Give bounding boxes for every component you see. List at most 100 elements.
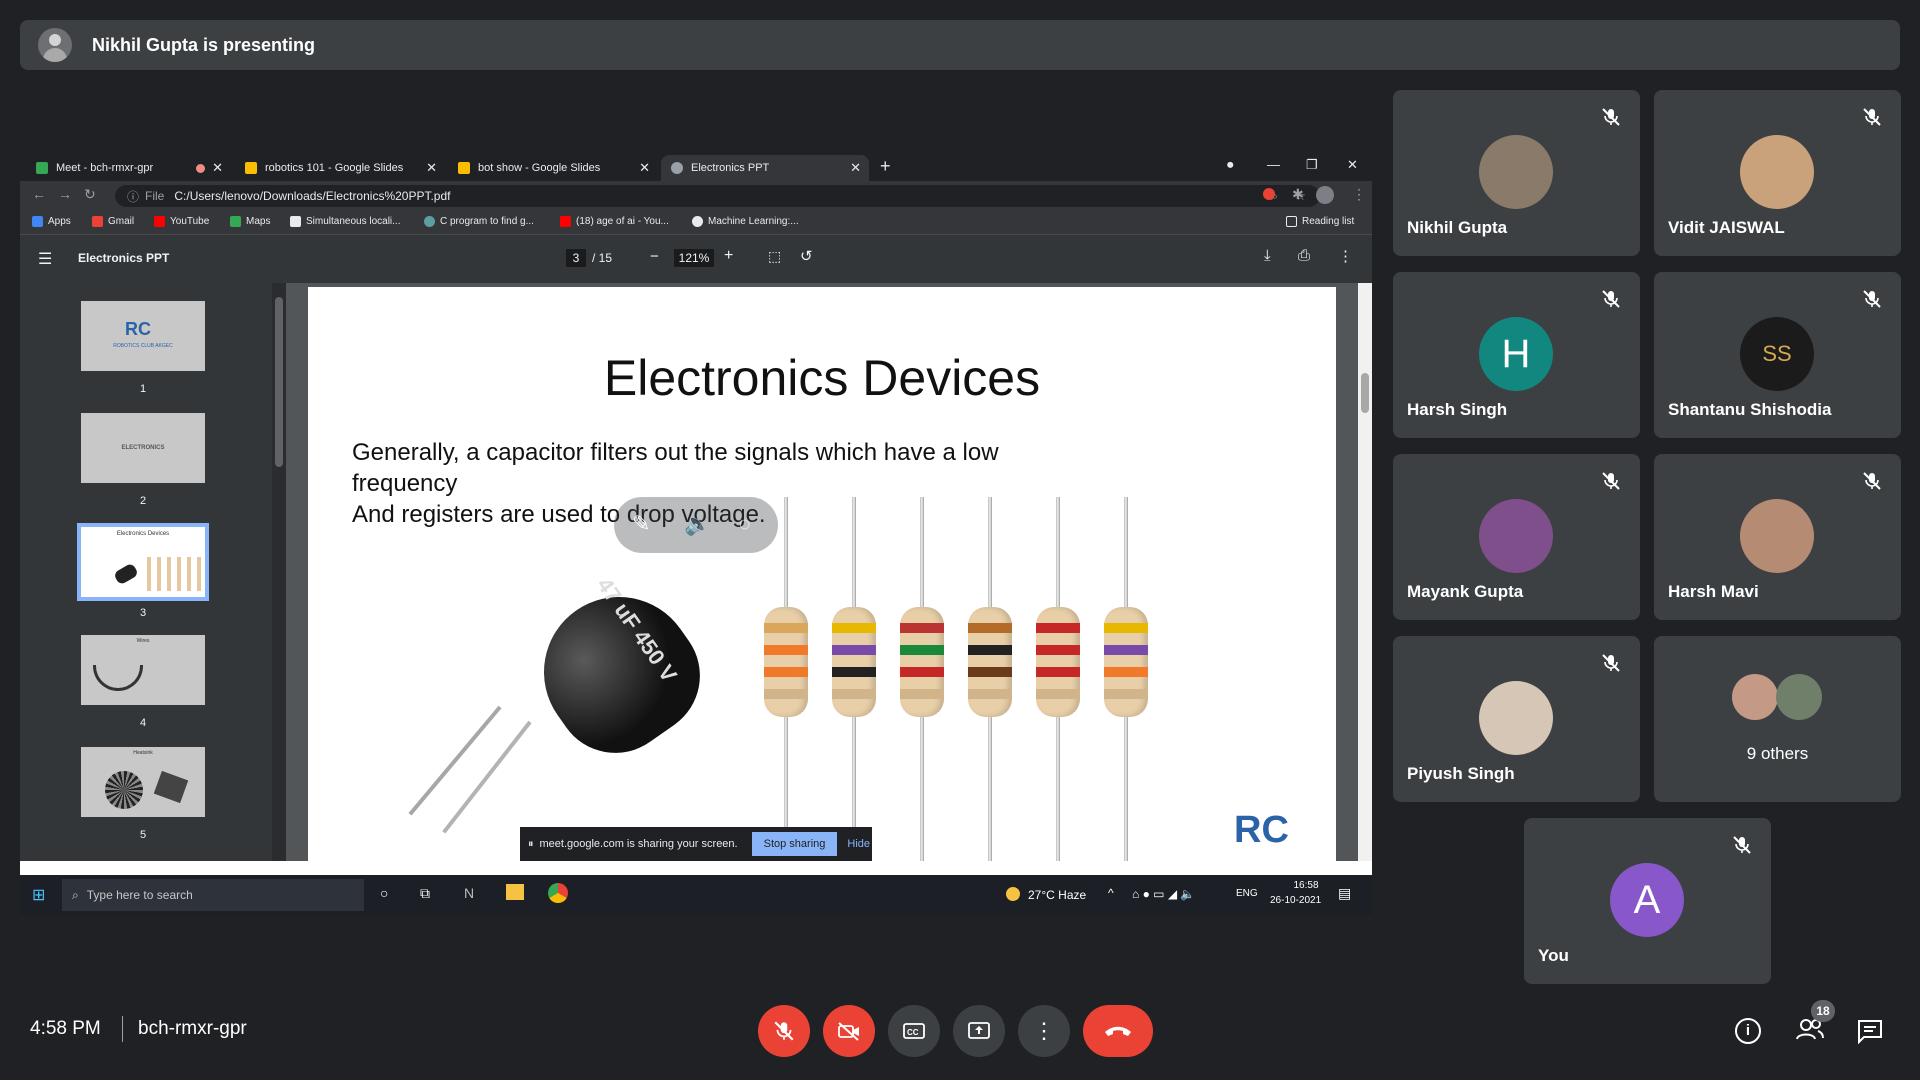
new-tab-button[interactable]: +: [880, 156, 891, 177]
mute-audio-icon[interactable]: 🔈: [684, 511, 711, 537]
close-window-button[interactable]: ✕: [1347, 157, 1358, 173]
close-tab-icon[interactable]: ✕: [426, 160, 437, 176]
address-input[interactable]: ⓘ File C:/Users/lenovo/Downloads/Electro…: [115, 185, 1320, 207]
thumbnail-scrollbar[interactable]: [272, 283, 286, 861]
taskbar-search[interactable]: ⌕ Type here to search: [62, 879, 364, 911]
refresh-icon[interactable]: ○: [738, 511, 751, 537]
chrome-icon[interactable]: [548, 883, 568, 903]
thumbnail-number: 5: [139, 829, 147, 841]
tab-robotics-101[interactable]: robotics 101 - Google Slides ✕: [235, 155, 445, 181]
menu-dots-icon[interactable]: ⋮: [1352, 186, 1366, 203]
captions-button[interactable]: CC: [888, 1005, 940, 1057]
task-view-icon[interactable]: ⧉: [420, 885, 430, 902]
reload-icon[interactable]: ↻: [84, 186, 96, 203]
forward-icon[interactable]: →: [58, 186, 72, 202]
address-text: C:/Users/lenovo/Downloads/Electronics%20…: [174, 189, 451, 203]
weather-text: 27°C Haze: [1028, 888, 1087, 902]
fit-page-icon[interactable]: ⬚: [768, 248, 781, 265]
print-icon[interactable]: ⎙: [1298, 247, 1310, 264]
participant-tile-shantanu[interactable]: SS Shantanu Shishodia: [1654, 272, 1901, 438]
stop-sharing-button[interactable]: Stop sharing: [751, 832, 838, 856]
language-indicator[interactable]: ENG: [1236, 888, 1258, 899]
zoom-input[interactable]: 121%: [674, 249, 714, 267]
bookmark-age-of-ai[interactable]: (18) age of ai - You...: [560, 216, 669, 227]
thumbnail-page-3[interactable]: Electronics Devices: [77, 523, 209, 601]
slide-line: frequency: [352, 470, 458, 497]
resistor-band: [832, 667, 876, 677]
rotate-icon[interactable]: ↺: [800, 247, 813, 265]
thumbnail-number: 4: [139, 717, 147, 729]
pointer-toolbar[interactable]: ✎ 🔈 ○: [614, 497, 778, 553]
participant-tile-harsh-singh[interactable]: H Harsh Singh: [1393, 272, 1640, 438]
camera-toggle-button[interactable]: [823, 1005, 875, 1057]
bookmark-gmail[interactable]: Gmail: [92, 216, 134, 227]
puzzle-icon[interactable]: ✱: [1292, 186, 1304, 203]
info-icon[interactable]: ⓘ: [127, 188, 139, 205]
restore-button[interactable]: ❐: [1306, 157, 1318, 173]
present-now-button[interactable]: [953, 1005, 1005, 1057]
bookmark-c-program[interactable]: C program to find g...: [424, 216, 534, 227]
download-icon[interactable]: ⤓: [1264, 247, 1271, 264]
file-explorer-icon[interactable]: [506, 884, 524, 900]
tray-up-icon[interactable]: ^: [1108, 886, 1114, 900]
minimize-button[interactable]: —: [1267, 157, 1280, 172]
cortana-icon[interactable]: ○: [380, 885, 388, 901]
mic-off-icon: [1861, 288, 1883, 310]
menu-icon[interactable]: ☰: [38, 249, 52, 269]
thumbnail-page-5[interactable]: Heatsink: [81, 747, 205, 817]
tab-label: Meet - bch-rmxr-gpr: [56, 162, 154, 174]
avatar: H: [1479, 317, 1553, 391]
bookmark-maps[interactable]: Maps: [230, 216, 270, 227]
thumbnail-page-2[interactable]: ELECTRONICS: [81, 413, 205, 483]
svg-text:CC: CC: [907, 1028, 919, 1037]
extension-icon[interactable]: [1263, 188, 1275, 200]
tab-meet[interactable]: Meet - bch-rmxr-gpr ✕: [26, 155, 231, 181]
bookmark-apps[interactable]: Apps: [32, 216, 71, 227]
more-options-button[interactable]: ⋮: [1018, 1005, 1070, 1057]
wikipedia-icon: [290, 216, 301, 227]
youtube-icon: [560, 216, 571, 227]
youtube-icon: [154, 216, 165, 227]
page-number-input[interactable]: 3: [566, 249, 586, 267]
participant-tile-nikhil[interactable]: Nikhil Gupta: [1393, 90, 1640, 256]
zoom-out-icon[interactable]: −: [650, 248, 659, 265]
pointer-off-icon[interactable]: ✎: [632, 511, 650, 537]
zoom-in-icon[interactable]: +: [724, 247, 733, 265]
profile-avatar[interactable]: [1316, 186, 1334, 204]
notes-app-icon[interactable]: N: [464, 885, 474, 901]
participant-name: Nikhil Gupta: [1407, 218, 1508, 237]
page-scrollbar[interactable]: [1358, 283, 1372, 861]
bookmark-machine-learning[interactable]: Machine Learning:...: [692, 216, 799, 227]
close-tab-icon[interactable]: ✕: [850, 160, 861, 176]
thumbnail-page-4[interactable]: Wires: [81, 635, 205, 705]
participant-tile-piyush[interactable]: Piyush Singh: [1393, 636, 1640, 802]
bookmark-youtube[interactable]: YouTube: [154, 216, 209, 227]
tab-bot-show[interactable]: bot show - Google Slides ✕: [448, 155, 658, 181]
close-tab-icon[interactable]: ✕: [212, 160, 223, 176]
tab-electronics-ppt[interactable]: Electronics PPT ✕: [661, 155, 869, 181]
reading-list-button[interactable]: Reading list: [1286, 216, 1354, 227]
thumbnail-page-1[interactable]: RC ROBOTICS CLUB AKGEC: [81, 301, 205, 371]
resistor-band: [764, 645, 808, 655]
participant-tile-harsh-mavi[interactable]: Harsh Mavi: [1654, 454, 1901, 620]
leave-call-button[interactable]: [1083, 1005, 1153, 1057]
more-options-icon[interactable]: ⋮: [1338, 247, 1353, 265]
hide-button[interactable]: Hide: [847, 838, 870, 850]
bookmark-simultaneous[interactable]: Simultaneous locali...: [290, 216, 401, 227]
people-button[interactable]: 18: [1795, 1000, 1835, 1047]
participant-tile-vidit[interactable]: Vidit JAISWAL: [1654, 90, 1901, 256]
participant-tile-self[interactable]: A You: [1524, 818, 1771, 984]
meeting-details-icon[interactable]: i: [1735, 1018, 1761, 1044]
participant-tile-others[interactable]: 9 others: [1654, 636, 1901, 802]
chat-button[interactable]: [1856, 1018, 1884, 1049]
profile-record-icon[interactable]: ⏺: [1227, 157, 1234, 173]
notification-icon[interactable]: ▤: [1338, 885, 1351, 902]
mic-off-icon: [1861, 470, 1883, 492]
close-tab-icon[interactable]: ✕: [639, 160, 650, 176]
back-icon[interactable]: ←: [32, 186, 46, 202]
taskbar-date: 26-10-2021: [1270, 895, 1322, 906]
windows-start-icon[interactable]: ⊞: [32, 885, 45, 905]
tray-icons[interactable]: ⌂ ● ▭ ◢ 🔈: [1132, 887, 1195, 901]
microphone-toggle-button[interactable]: [758, 1005, 810, 1057]
participant-tile-mayank[interactable]: Mayank Gupta: [1393, 454, 1640, 620]
